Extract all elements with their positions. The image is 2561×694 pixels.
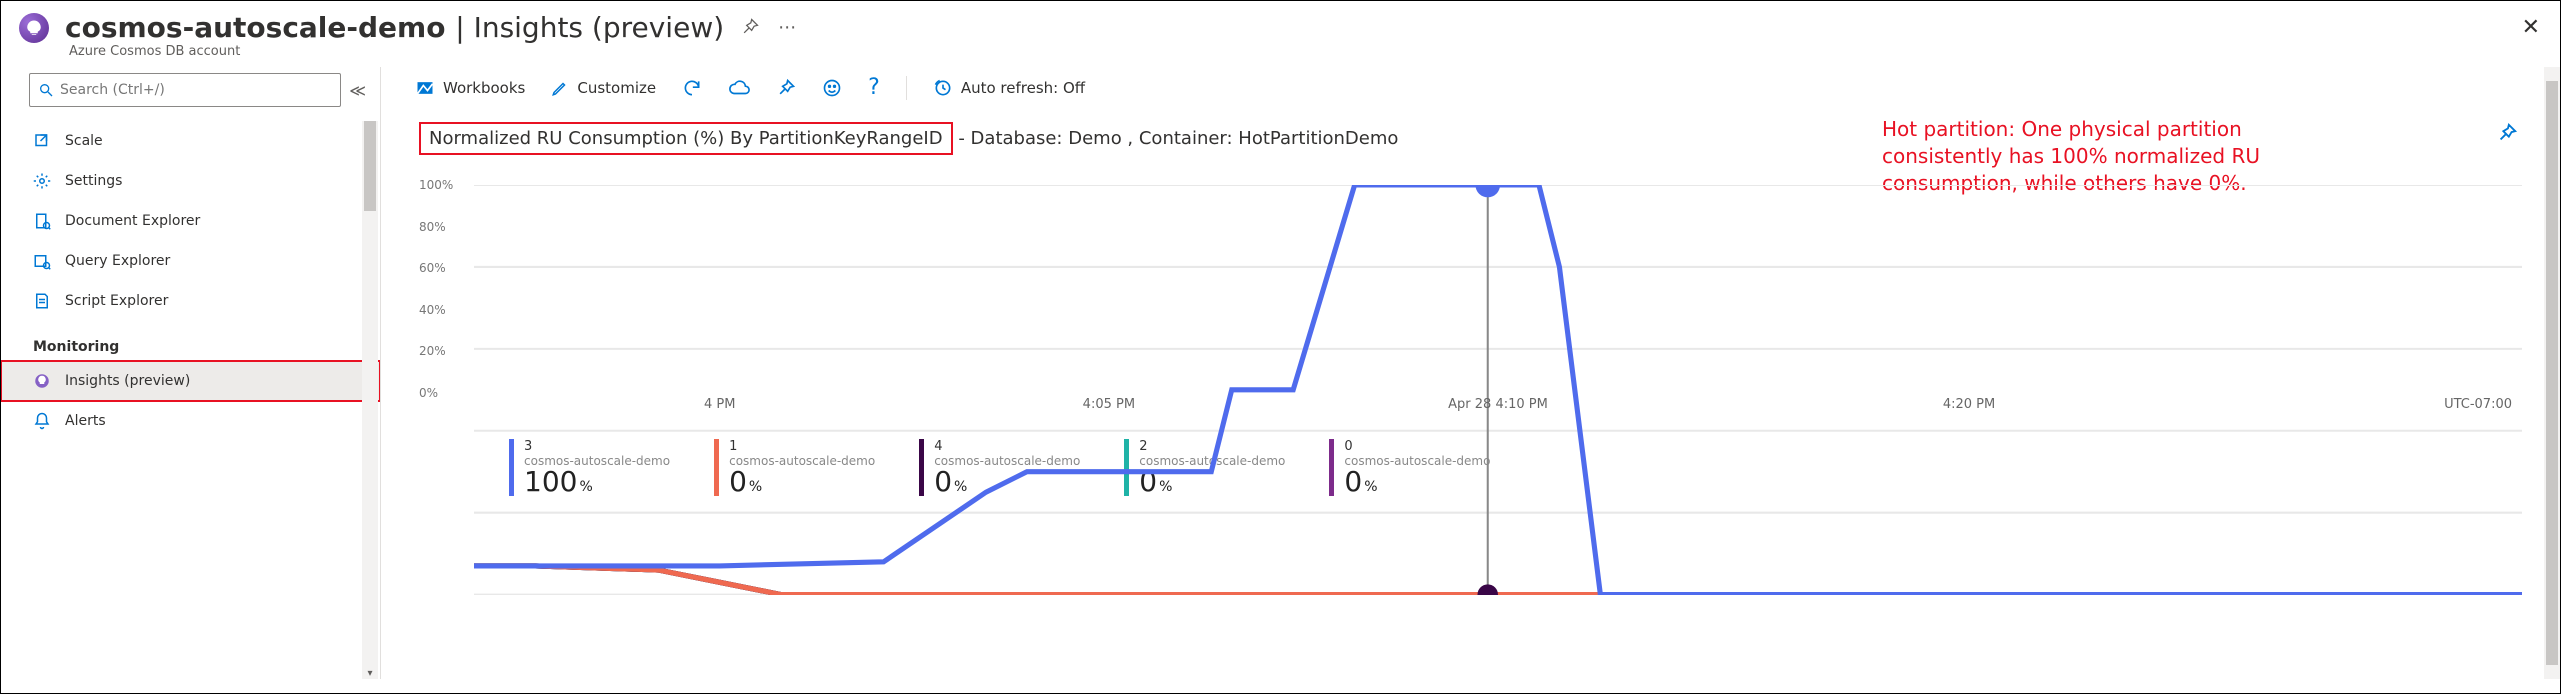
- page-title: cosmos-autoscale-demo | Insights (previe…: [65, 11, 724, 44]
- x-axis: 4 PM 4:05 PM Apr 28 4:10 PM 4:20 PM UTC-07:0…: [474, 393, 2522, 425]
- sidebar-section-monitoring: Monitoring: [1, 321, 380, 361]
- sidebar-item-insights-preview-[interactable]: Insights (preview): [1, 361, 380, 401]
- x-tick: 4 PM: [704, 397, 735, 412]
- cosmos-insights-icon: [19, 13, 49, 43]
- sidebar-item-query-explorer[interactable]: Query Explorer: [1, 241, 380, 281]
- y-tick: 100%: [419, 178, 453, 192]
- collapse-sidebar-icon[interactable]: ≪: [349, 81, 366, 100]
- alert-icon: [33, 412, 51, 430]
- sidebar-item-alerts[interactable]: Alerts: [1, 401, 380, 441]
- y-tick: 0%: [419, 386, 438, 400]
- sidebar-item-settings[interactable]: Settings: [1, 161, 380, 201]
- script-icon: [33, 292, 51, 310]
- main-scrollbar[interactable]: [2544, 67, 2560, 679]
- pencil-icon: [551, 79, 569, 97]
- chart-card: Hot partition: One physical partition co…: [419, 122, 2522, 496]
- query-icon: [33, 252, 51, 270]
- chart-pin-icon[interactable]: [2496, 122, 2518, 144]
- x-tick: 4:05 PM: [1083, 397, 1135, 412]
- clock-refresh-icon: [933, 78, 953, 98]
- toolbar: Workbooks Customize ?: [381, 67, 2560, 112]
- sidebar-scrollbar[interactable]: ▴ ▾: [362, 121, 378, 679]
- search-input[interactable]: Search (Ctrl+/): [29, 73, 341, 107]
- customize-button[interactable]: Customize: [551, 79, 656, 97]
- external-icon: [33, 132, 51, 150]
- close-icon[interactable]: ✕: [2522, 15, 2540, 40]
- search-icon: [38, 82, 54, 98]
- workbooks-icon: [415, 78, 435, 98]
- workbooks-button[interactable]: Workbooks: [415, 78, 525, 98]
- bulb-icon: [33, 372, 51, 390]
- y-tick: 80%: [419, 220, 446, 234]
- y-tick: 20%: [419, 344, 446, 358]
- more-icon[interactable]: ⋯: [778, 17, 796, 38]
- refresh-icon[interactable]: [682, 78, 702, 98]
- sidebar-item-script-explorer[interactable]: Script Explorer: [1, 281, 380, 321]
- y-tick: 40%: [419, 303, 446, 317]
- cloud-refresh-icon[interactable]: [728, 77, 750, 99]
- line-chart[interactable]: [474, 185, 2522, 595]
- sidebar-item-scale[interactable]: Scale: [1, 121, 380, 161]
- utc-label: UTC-07:00: [2444, 397, 2512, 412]
- x-tick: Apr 28 4:10 PM: [1448, 397, 1548, 412]
- sidebar-item-document-explorer[interactable]: Document Explorer: [1, 201, 380, 241]
- main-content: Workbooks Customize ?: [381, 67, 2560, 679]
- doc-icon: [33, 212, 51, 230]
- toolbar-pin-icon[interactable]: [776, 78, 796, 98]
- y-tick: 60%: [419, 261, 446, 275]
- auto-refresh-toggle[interactable]: Auto refresh: Off: [933, 78, 1085, 98]
- resource-type-label: Azure Cosmos DB account: [69, 44, 2560, 59]
- feedback-icon[interactable]: [822, 78, 842, 98]
- gear-icon: [33, 172, 51, 190]
- help-icon[interactable]: ?: [868, 75, 880, 100]
- sidebar: Search (Ctrl+/) ≪ ScaleSettingsDocument …: [1, 67, 381, 679]
- x-tick: 4:20 PM: [1943, 397, 1995, 412]
- pin-icon[interactable]: [740, 17, 760, 38]
